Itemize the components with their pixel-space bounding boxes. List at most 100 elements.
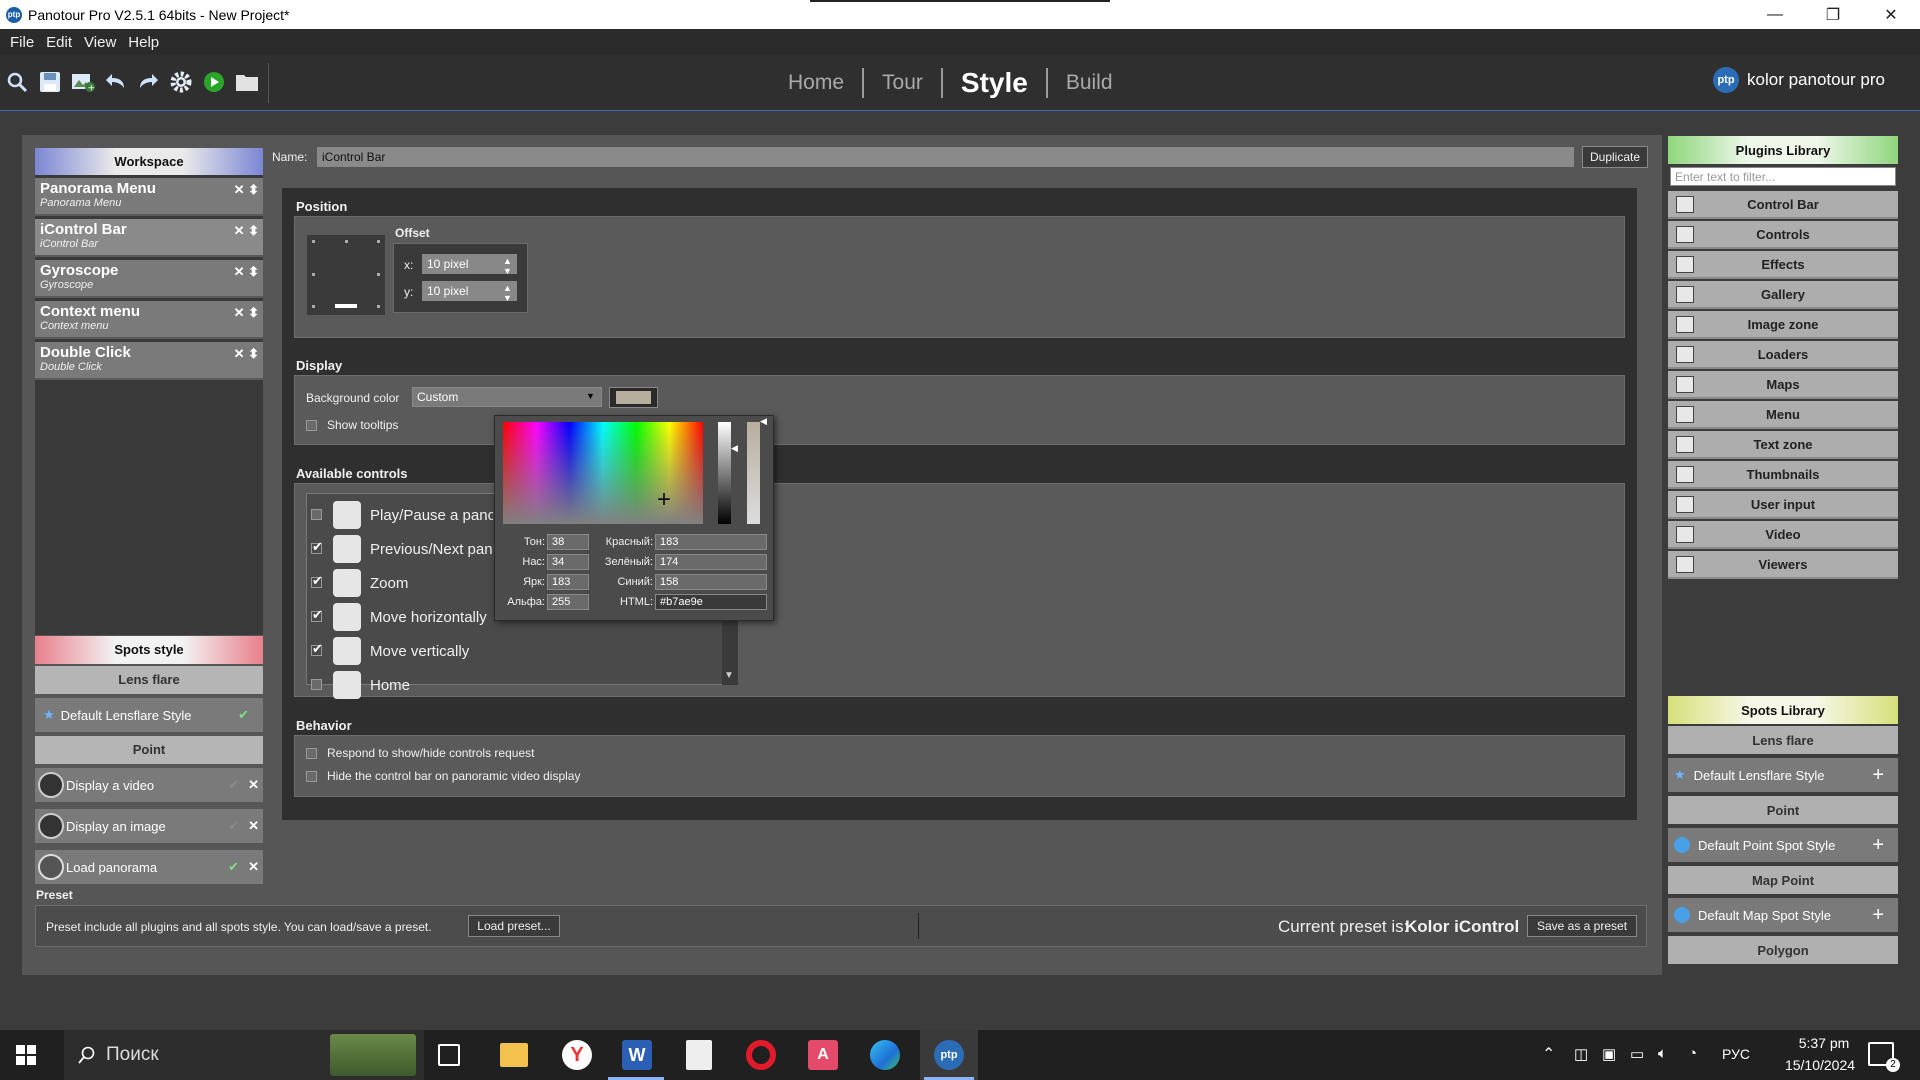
spinner-icon[interactable]: ▲ ▼	[503, 256, 512, 276]
speaker-icon[interactable]: 🔈︎	[1658, 1045, 1667, 1062]
control-list-item[interactable]: Play/Pause a panor	[307, 499, 493, 531]
minimize-button[interactable]: —	[1746, 0, 1804, 29]
plugin-item[interactable]: Thumbnails	[1668, 461, 1898, 489]
value-slider[interactable]	[718, 422, 731, 524]
document-app-icon[interactable]	[686, 1040, 712, 1070]
play-tour-icon[interactable]	[201, 69, 227, 95]
blue-input[interactable]: 158	[655, 574, 767, 590]
plugin-item[interactable]: Effects	[1668, 251, 1898, 279]
remove-move-icon[interactable]: ✕ ⬍	[234, 346, 259, 362]
remove-move-icon[interactable]: ✕ ⬍	[234, 264, 259, 280]
settings-gear-icon[interactable]	[168, 69, 194, 95]
lib-point-item[interactable]: Default Point Spot Style +	[1668, 828, 1898, 862]
menu-edit[interactable]: Edit	[40, 34, 78, 51]
add-icon[interactable]: +	[1872, 904, 1884, 927]
sat-input[interactable]: 34	[547, 554, 589, 570]
load-preset-button[interactable]: Load preset...	[468, 915, 560, 937]
task-view-icon[interactable]	[438, 1044, 460, 1066]
hue-saturation-field[interactable]	[503, 422, 703, 524]
menu-help[interactable]: Help	[122, 34, 165, 51]
html-input[interactable]: #b7ae9e	[655, 594, 767, 610]
hue-input[interactable]: 38	[547, 534, 589, 550]
file-explorer-icon[interactable]	[500, 1043, 528, 1067]
remove-move-icon[interactable]: ✕ ⬍	[234, 223, 259, 239]
control-list-item[interactable]: ✔ Move vertically	[307, 635, 493, 667]
control-list-item[interactable]: ✔ Previous/Next pan	[307, 533, 493, 565]
output-folder-icon[interactable]	[234, 69, 260, 95]
workspace-item[interactable]: Double Click Double Click ✕ ⬍	[35, 342, 263, 380]
menu-view[interactable]: View	[78, 34, 122, 51]
menu-file[interactable]: File	[4, 34, 40, 51]
name-input[interactable]: iControl Bar	[317, 147, 1574, 167]
plugin-item[interactable]: Video	[1668, 521, 1898, 549]
add-icon[interactable]: +	[1872, 764, 1884, 787]
open-project-icon[interactable]	[4, 69, 30, 95]
scroll-down-icon[interactable]: ▼	[724, 670, 734, 681]
remove-icon[interactable]: ✕	[248, 859, 259, 875]
control-list-item[interactable]: Home	[307, 669, 493, 701]
lensflare-style-item[interactable]: ★ Default Lensflare Style ✔	[35, 698, 263, 732]
word-icon[interactable]: W	[622, 1040, 652, 1070]
spinner-icon[interactable]: ▲ ▼	[503, 283, 512, 303]
bg-color-select[interactable]: Custom	[412, 387, 602, 407]
control-checkbox[interactable]	[311, 509, 322, 520]
edge-icon[interactable]	[870, 1040, 900, 1070]
redo-icon[interactable]	[135, 69, 161, 95]
tab-style[interactable]: Style	[943, 67, 1046, 99]
plugin-item[interactable]: Maps	[1668, 371, 1898, 399]
save-icon[interactable]	[37, 69, 63, 95]
show-tooltips-checkbox[interactable]	[306, 420, 317, 431]
lib-lensflare-item[interactable]: ★ Default Lensflare Style +	[1668, 758, 1898, 792]
remove-icon[interactable]: ✕	[248, 777, 259, 793]
duplicate-button[interactable]: Duplicate	[1582, 146, 1648, 168]
color-swatch-button[interactable]	[609, 387, 658, 408]
plugin-item[interactable]: Gallery	[1668, 281, 1898, 309]
point-style-item[interactable]: Load panorama ✔ ✕	[35, 850, 263, 884]
red-input[interactable]: 183	[655, 534, 767, 550]
tab-tour[interactable]: Tour	[864, 71, 941, 95]
maximize-button[interactable]: ❐	[1804, 0, 1862, 29]
taskbar-search[interactable]: Поиск	[64, 1030, 424, 1080]
plugin-item[interactable]: Loaders	[1668, 341, 1898, 369]
workspace-item[interactable]: iControl Bar iControl Bar ✕ ⬍	[35, 219, 263, 257]
plugin-item[interactable]: Menu	[1668, 401, 1898, 429]
save-preset-button[interactable]: Save as a preset	[1527, 915, 1637, 937]
anchor-grid[interactable]	[306, 234, 386, 316]
notifications-icon[interactable]: 2	[1868, 1042, 1900, 1072]
add-panorama-icon[interactable]: +	[70, 69, 96, 95]
language-indicator[interactable]: РУС	[1722, 1046, 1750, 1062]
plugin-item[interactable]: User input	[1668, 491, 1898, 519]
close-button[interactable]: ✕	[1862, 0, 1920, 29]
opera-icon[interactable]	[746, 1040, 776, 1070]
undo-icon[interactable]	[103, 69, 129, 95]
remove-move-icon[interactable]: ✕ ⬍	[234, 182, 259, 198]
panotour-taskbar-item[interactable]: ptp	[920, 1030, 978, 1080]
plugin-item[interactable]: Controls	[1668, 221, 1898, 249]
windows-start-icon[interactable]	[16, 1045, 36, 1068]
meet-icon[interactable]: ◫	[1574, 1045, 1588, 1063]
workspace-item[interactable]: Context menu Context menu ✕ ⬍	[35, 301, 263, 339]
plugin-item[interactable]: Image zone	[1668, 311, 1898, 339]
workspace-item[interactable]: Panorama Menu Panorama Menu ✕ ⬍	[35, 178, 263, 216]
control-checkbox[interactable]	[311, 679, 322, 690]
remove-move-icon[interactable]: ✕ ⬍	[234, 305, 259, 321]
alpha-input[interactable]: 255	[547, 594, 589, 610]
tab-home[interactable]: Home	[770, 71, 862, 95]
yandex-browser-icon[interactable]: Y	[562, 1040, 592, 1070]
workspace-item[interactable]: Gyroscope Gyroscope ✕ ⬍	[35, 260, 263, 298]
tab-build[interactable]: Build	[1048, 71, 1131, 95]
display-icon[interactable]: ▣	[1602, 1045, 1616, 1063]
clock-date[interactable]: 15/10/2024	[1770, 1057, 1870, 1073]
plugin-item[interactable]: Control Bar	[1668, 191, 1898, 219]
point-style-item[interactable]: Display an image ✔ ✕	[35, 809, 263, 843]
green-input[interactable]: 174	[655, 554, 767, 570]
respond-controls-checkbox[interactable]	[306, 748, 317, 759]
access-icon[interactable]: A	[808, 1040, 838, 1070]
plugin-item[interactable]: Viewers	[1668, 551, 1898, 579]
clock-time[interactable]: 5:37 pm	[1784, 1035, 1864, 1051]
plugin-filter-input[interactable]: Enter text to filter...	[1670, 167, 1896, 186]
remove-icon[interactable]: ✕	[248, 818, 259, 834]
chevron-up-icon[interactable]: ⌃	[1542, 1044, 1555, 1064]
val-input[interactable]: 183	[547, 574, 589, 590]
control-list-item[interactable]: ✔ Move horizontally	[307, 601, 493, 633]
